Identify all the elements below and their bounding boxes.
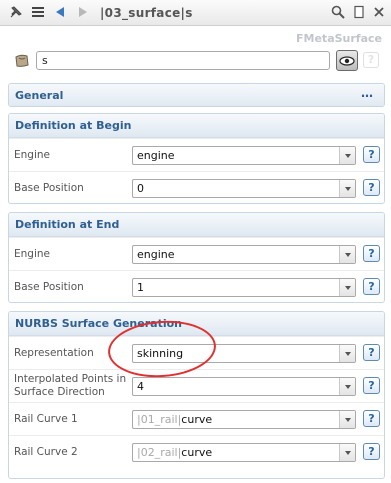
representation-label: Representation: [14, 347, 94, 359]
help-button-disabled: ?: [363, 52, 379, 68]
chevron-down-icon[interactable]: [339, 180, 355, 197]
rail-curve-1-reference: |01_rail|curve: [137, 413, 212, 426]
section-nurbs-header[interactable]: NURBS Surface Generation: [9, 312, 384, 336]
begin-engine-combo[interactable]: engine: [132, 146, 356, 165]
representation-value: skinning: [137, 347, 184, 360]
end-position-row: Base Position 1 ?: [9, 270, 384, 302]
representation-combo[interactable]: skinning: [132, 344, 356, 363]
rail-curve-1-prefix: |01_rail|: [137, 413, 182, 426]
search-icon[interactable]: [329, 3, 347, 21]
rail-curve-1-combo[interactable]: |01_rail|curve: [132, 410, 356, 429]
rail-curve-2-combo[interactable]: |02_rail|curve: [132, 443, 356, 462]
section-end-title: Definition at End: [15, 218, 120, 231]
chevron-down-icon[interactable]: [339, 444, 355, 461]
end-position-combo[interactable]: 1: [132, 278, 356, 297]
interpolated-points-label: Interpolated Points in Surface Direction: [14, 373, 127, 398]
section-begin-title: Definition at Begin: [15, 119, 132, 132]
chevron-down-icon[interactable]: [339, 246, 355, 263]
interpolated-points-combo[interactable]: 4: [132, 377, 356, 396]
close-icon[interactable]: [370, 3, 388, 21]
chevron-down-icon[interactable]: [339, 411, 355, 428]
section-definition-end: Definition at End Engine engine ? Base P…: [8, 212, 385, 303]
class-label: FMetaSurface: [296, 32, 382, 45]
interpolated-points-row: Interpolated Points in Surface Direction…: [9, 369, 384, 402]
object-path-title: |03_surface|s: [100, 6, 193, 20]
toolbar: |03_surface|s: [0, 0, 391, 26]
chevron-down-icon[interactable]: [339, 279, 355, 296]
end-engine-value: engine: [137, 248, 175, 261]
help-button[interactable]: ?: [363, 443, 380, 460]
section-end-header[interactable]: Definition at End: [9, 213, 384, 237]
section-nurbs-generation: NURBS Surface Generation Representation …: [8, 311, 385, 479]
rail-curve-2-reference: |02_rail|curve: [137, 446, 212, 459]
visibility-toggle-button[interactable]: [336, 50, 358, 71]
back-arrow-icon[interactable]: [51, 3, 69, 21]
begin-position-value: 0: [137, 182, 144, 195]
pin-icon[interactable]: [7, 3, 25, 21]
end-position-value: 1: [137, 281, 144, 294]
more-options-icon[interactable]: …: [361, 86, 374, 100]
end-engine-row: Engine engine ?: [9, 237, 384, 270]
interpolated-points-value: 4: [137, 380, 144, 393]
begin-engine-value: engine: [137, 149, 175, 162]
chevron-down-icon[interactable]: [339, 345, 355, 362]
chevron-down-icon[interactable]: [339, 378, 355, 395]
forward-arrow-icon[interactable]: [74, 3, 92, 21]
section-general: General …: [8, 83, 385, 107]
begin-engine-row: Engine engine ?: [9, 138, 384, 171]
help-button[interactable]: ?: [363, 344, 380, 361]
begin-position-label: Base Position: [14, 182, 84, 194]
help-button[interactable]: ?: [363, 146, 380, 163]
end-engine-combo[interactable]: engine: [132, 245, 356, 264]
rail-curve-2-prefix: |02_rail|: [137, 446, 182, 459]
end-engine-label: Engine: [14, 248, 50, 260]
rail-curve-2-row: Rail Curve 2 |02_rail|curve ?: [9, 435, 384, 468]
object-name-input[interactable]: s: [36, 51, 330, 70]
surface-object-icon: [13, 52, 31, 70]
help-button[interactable]: ?: [363, 410, 380, 427]
eye-icon: [339, 55, 355, 66]
section-general-header[interactable]: General …: [9, 84, 384, 106]
help-button[interactable]: ?: [363, 377, 380, 394]
rail-curve-1-value: curve: [181, 413, 213, 426]
rail-curve-2-value: curve: [181, 446, 213, 459]
help-button[interactable]: ?: [363, 245, 380, 262]
section-nurbs-title: NURBS Surface Generation: [15, 317, 182, 330]
section-begin-header[interactable]: Definition at Begin: [9, 114, 384, 138]
section-general-title: General: [15, 89, 64, 102]
chevron-down-icon[interactable]: [339, 147, 355, 164]
rail-curve-1-label: Rail Curve 1: [14, 413, 78, 425]
copy-icon[interactable]: [350, 3, 368, 21]
rail-curve-1-row: Rail Curve 1 |01_rail|curve ?: [9, 402, 384, 435]
begin-position-combo[interactable]: 0: [132, 179, 356, 198]
begin-position-row: Base Position 0 ?: [9, 171, 384, 203]
menu-icon[interactable]: [29, 3, 47, 21]
help-button[interactable]: ?: [363, 179, 380, 196]
rail-curve-2-label: Rail Curve 2: [14, 446, 78, 458]
begin-engine-label: Engine: [14, 149, 50, 161]
end-position-label: Base Position: [14, 281, 84, 293]
help-button[interactable]: ?: [363, 278, 380, 295]
section-definition-begin: Definition at Begin Engine engine ? Base…: [8, 113, 385, 204]
representation-row: Representation skinning ?: [9, 336, 384, 369]
